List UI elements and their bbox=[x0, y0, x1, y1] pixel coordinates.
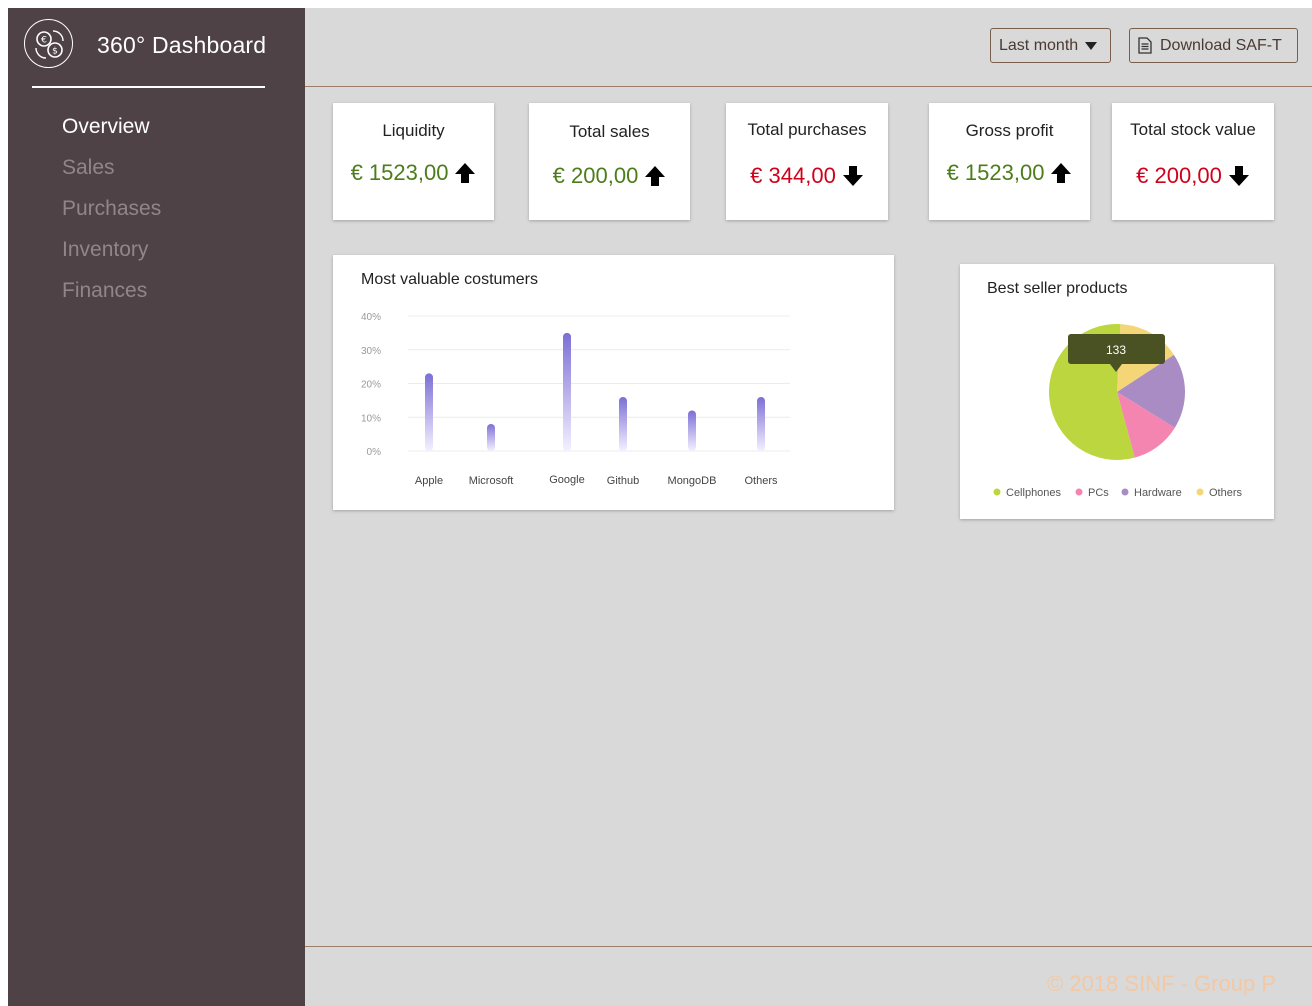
kpi-label: Total stock value bbox=[1130, 120, 1256, 139]
app-root: € $ 360° Dashboard Overview Sales Purcha… bbox=[8, 8, 1312, 1006]
period-select-button[interactable]: Last month bbox=[990, 28, 1111, 63]
kpi-value: € 344,00 bbox=[726, 163, 888, 189]
sidebar-item-finances[interactable]: Finances bbox=[62, 279, 147, 303]
bar-chart: 40% 30% 20% 10% 0% Apple Microsoft Google Github… bbox=[361, 312, 790, 487]
kpi-value: € 1523,00 bbox=[333, 160, 494, 186]
arrow-up-icon bbox=[1051, 163, 1072, 183]
legend-label: Hardware bbox=[1134, 487, 1182, 499]
kpi-card-liquidity: Liquidity € 1523,00 bbox=[333, 103, 494, 220]
y-tick-label: 40% bbox=[361, 312, 381, 323]
sidebar-item-overview[interactable]: Overview bbox=[62, 115, 150, 139]
footer-copyright: © 2018 SINF - Group P bbox=[1047, 971, 1276, 996]
kpi-value: € 200,00 bbox=[529, 163, 690, 189]
x-tick-label: Others bbox=[744, 475, 778, 487]
kpi-label: Total purchases bbox=[747, 120, 867, 139]
sidebar: € $ 360° Dashboard Overview Sales Purcha… bbox=[8, 8, 305, 1006]
document-icon bbox=[1138, 37, 1152, 54]
bar[interactable] bbox=[487, 424, 495, 451]
svg-text:$: $ bbox=[52, 47, 58, 57]
kpi-label: Gross profit bbox=[965, 121, 1054, 140]
kpi-amount: € 200,00 bbox=[1136, 163, 1222, 188]
bar[interactable] bbox=[619, 397, 627, 451]
x-tick-label: Apple bbox=[415, 475, 443, 487]
sidebar-item-sales[interactable]: Sales bbox=[62, 156, 115, 180]
bar[interactable] bbox=[688, 410, 696, 452]
period-select-label: Last month bbox=[999, 36, 1079, 54]
kpi-card-total-purchases: Total purchases € 344,00 bbox=[726, 103, 888, 220]
kpi-amount: € 1523,00 bbox=[350, 160, 449, 185]
x-tick-label: Google bbox=[549, 474, 584, 486]
kpi-card-gross-profit: Gross profit € 1523,00 bbox=[929, 103, 1090, 220]
bar[interactable] bbox=[425, 373, 433, 451]
pie-tooltip-value: 133 bbox=[1106, 343, 1126, 357]
legend-label: Cellphones bbox=[1006, 487, 1062, 499]
x-tick-label: Github bbox=[607, 475, 639, 487]
footer-divider bbox=[305, 946, 1312, 947]
download-saft-label: Download SAF-T bbox=[1160, 36, 1282, 54]
arrow-up-icon bbox=[455, 163, 476, 183]
sidebar-divider bbox=[32, 86, 265, 88]
y-tick-label: 30% bbox=[361, 346, 381, 357]
sidebar-item-inventory[interactable]: Inventory bbox=[62, 238, 148, 262]
legend-label: Others bbox=[1209, 487, 1243, 499]
arrow-down-icon bbox=[842, 166, 863, 186]
x-tick-label: MongoDB bbox=[668, 475, 717, 487]
best-seller-products-card: Best seller products 133 Cellphones PCs Har… bbox=[960, 264, 1274, 519]
x-tick-label: Microsoft bbox=[469, 475, 514, 487]
bar[interactable] bbox=[563, 332, 571, 451]
arrow-down-icon bbox=[1228, 166, 1249, 186]
pie-chart: 133 Cellphones PCs Hardware Others bbox=[993, 324, 1243, 499]
kpi-label: Total sales bbox=[569, 122, 650, 141]
kpi-card-total-sales: Total sales € 200,00 bbox=[529, 103, 690, 220]
currency-exchange-logo-icon: € $ bbox=[24, 19, 73, 68]
header-divider bbox=[305, 86, 1312, 87]
bar[interactable] bbox=[757, 397, 765, 451]
caret-down-icon bbox=[1085, 41, 1098, 50]
legend-marker bbox=[993, 488, 1001, 496]
app-title: 360° Dashboard bbox=[97, 32, 267, 58]
y-tick-label: 0% bbox=[367, 447, 382, 458]
kpi-amount: € 344,00 bbox=[750, 163, 836, 188]
kpi-card-total-stock-value: Total stock value € 200,00 bbox=[1112, 103, 1274, 220]
svg-text:€: € bbox=[41, 36, 47, 46]
kpi-amount: € 1523,00 bbox=[946, 160, 1045, 185]
kpi-amount: € 200,00 bbox=[552, 163, 639, 188]
kpi-value: € 1523,00 bbox=[929, 160, 1090, 186]
download-saft-button[interactable]: Download SAF-T bbox=[1129, 28, 1298, 63]
sidebar-item-purchases[interactable]: Purchases bbox=[62, 197, 161, 221]
legend-marker bbox=[1075, 488, 1083, 496]
arrow-up-icon bbox=[645, 166, 666, 186]
y-tick-label: 20% bbox=[361, 380, 381, 391]
y-tick-label: 10% bbox=[361, 413, 381, 424]
kpi-value: € 200,00 bbox=[1112, 163, 1274, 189]
legend-label: PCs bbox=[1088, 487, 1109, 499]
most-valuable-customers-card: Most valuable costumers 40% 30% 20% 10% 0% Ap… bbox=[333, 255, 894, 510]
kpi-label: Liquidity bbox=[382, 121, 445, 140]
legend-marker bbox=[1196, 488, 1204, 496]
legend-marker bbox=[1121, 488, 1129, 496]
